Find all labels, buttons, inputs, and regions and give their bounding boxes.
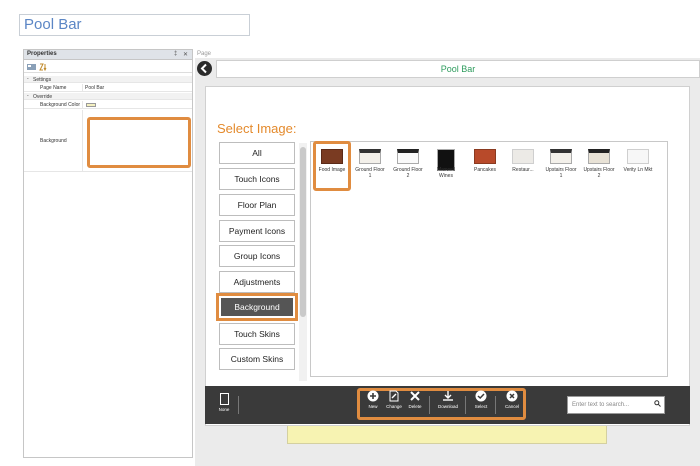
- category-background[interactable]: Background: [216, 293, 298, 321]
- grid-divider: [82, 110, 83, 172]
- image-thumbnail: [550, 149, 572, 164]
- override-category-row[interactable]: - Override: [24, 93, 192, 100]
- image-thumbnail: [512, 149, 534, 164]
- check-circle-icon: [475, 390, 487, 402]
- none-label: None: [218, 407, 230, 412]
- back-button[interactable]: [197, 61, 212, 76]
- categorized-icon[interactable]: [27, 63, 37, 71]
- properties-panel: Properties ‡ ✕ - Settings Page Name Pool…: [23, 49, 193, 458]
- change-label: Change: [386, 404, 402, 409]
- download-label: Download: [437, 404, 458, 409]
- page-name-value[interactable]: Pool Bar: [85, 85, 104, 91]
- image-thumbnail: [588, 149, 610, 164]
- image-upstairs-floor-1[interactable]: Upstairs Floor 1: [545, 149, 577, 179]
- image-thumbnail: [359, 149, 381, 164]
- grid-divider: [82, 84, 83, 92]
- delete-button[interactable]: Delete: [405, 390, 425, 409]
- image-label: Restaur...: [512, 167, 534, 173]
- image-ground-floor-2[interactable]: Ground Floor 2: [392, 149, 424, 179]
- cancel-button[interactable]: Cancel: [502, 390, 522, 409]
- close-circle-icon: [506, 390, 518, 402]
- toolbar-divider: [465, 396, 466, 414]
- toolbar-divider: [429, 396, 430, 414]
- page-name-row[interactable]: Page Name Pool Bar: [24, 84, 192, 92]
- close-icon[interactable]: ✕: [183, 51, 188, 58]
- arrow-left-icon: [200, 63, 207, 74]
- settings-category-row[interactable]: - Settings: [24, 76, 192, 83]
- category-group-icons[interactable]: Group Icons: [219, 245, 295, 267]
- image-thumbnail: [397, 149, 419, 164]
- select-image-title: Select Image:: [217, 121, 297, 136]
- cancel-label: Cancel: [504, 404, 519, 409]
- properties-header: Properties ‡ ✕: [24, 50, 192, 60]
- image-label: Upstairs Floor 1: [545, 167, 577, 179]
- image-thumbnail: [474, 149, 496, 164]
- pin-icon[interactable]: ‡: [174, 51, 177, 57]
- category-payment-icons[interactable]: Payment Icons: [219, 220, 295, 242]
- toolbar-divider: [495, 396, 496, 414]
- page-tab-label: Page: [197, 51, 212, 57]
- select-button[interactable]: Select: [471, 390, 491, 409]
- select-label: Select: [474, 404, 488, 409]
- image-label: Ground Floor 1: [355, 167, 385, 179]
- background-color-key: Background Color: [40, 102, 81, 108]
- category-touch-skins[interactable]: Touch Skins: [219, 323, 295, 345]
- image-upstairs-floor-2[interactable]: Upstairs Floor 2: [583, 149, 615, 179]
- edit-document-icon: [389, 390, 399, 402]
- properties-title: Properties: [27, 51, 57, 57]
- category-touch-icons[interactable]: Touch Icons: [219, 168, 295, 190]
- image-search-input[interactable]: Enter text to search...: [567, 396, 665, 414]
- plus-circle-icon: [367, 390, 379, 402]
- page-title: Pool Bar: [440, 64, 476, 74]
- search-icon[interactable]: [654, 400, 661, 407]
- category-floor-plan[interactable]: Floor Plan: [219, 194, 295, 216]
- image-label: Upstairs Floor 2: [583, 167, 615, 179]
- image-restaurant[interactable]: Restaur...: [507, 149, 539, 173]
- new-label: New: [368, 404, 378, 409]
- grid-divider: [82, 101, 83, 109]
- new-button[interactable]: New: [363, 390, 383, 409]
- change-button[interactable]: Change: [384, 390, 404, 409]
- properties-toolbar: [24, 61, 192, 73]
- category-custom-skins[interactable]: Custom Skins: [219, 348, 295, 370]
- category-all[interactable]: All: [219, 142, 295, 164]
- image-label: Verity Ln Mkt: [623, 167, 653, 173]
- delete-label: Delete: [408, 404, 422, 409]
- background-color-row[interactable]: Background Color: [24, 101, 192, 109]
- page-canvas-preview: [287, 424, 607, 444]
- override-category-label: Override: [33, 94, 53, 100]
- selected-image-highlight: [313, 141, 351, 191]
- category-scroll-thumb[interactable]: [300, 147, 306, 317]
- category-adjustments[interactable]: Adjustments: [219, 271, 295, 293]
- page-name-key: Page Name: [40, 85, 67, 91]
- sort-alpha-icon[interactable]: [39, 63, 48, 71]
- image-pancakes[interactable]: Pancakes: [469, 149, 501, 173]
- none-button[interactable]: None: [214, 393, 234, 412]
- image-thumbnail: [627, 149, 649, 164]
- image-label: Ground Floor 2: [393, 167, 423, 179]
- collapse-icon[interactable]: -: [27, 76, 29, 82]
- toolbar-divider: [238, 396, 239, 414]
- image-verity-ln-mkt[interactable]: Verity Ln Mkt: [622, 149, 654, 173]
- page-title-bar: Pool Bar: [216, 60, 700, 78]
- collapse-icon[interactable]: -: [27, 93, 29, 99]
- background-image-value[interactable]: [87, 117, 191, 168]
- background-color-swatch[interactable]: [86, 103, 96, 107]
- blank-page-icon: [219, 393, 229, 405]
- download-button[interactable]: Download: [437, 390, 459, 409]
- image-ground-floor-1[interactable]: Ground Floor 1: [354, 149, 386, 179]
- settings-category-label: Settings: [33, 77, 52, 83]
- download-icon: [443, 391, 453, 401]
- image-maxwell-wines[interactable]: Maxwell Wines: [430, 149, 462, 179]
- image-label: Maxwell Wines: [436, 167, 456, 179]
- background-key: Background: [40, 138, 67, 144]
- page-name-input[interactable]: Pool Bar: [19, 14, 250, 36]
- close-x-icon: [410, 391, 420, 401]
- image-label: Pancakes: [474, 167, 496, 173]
